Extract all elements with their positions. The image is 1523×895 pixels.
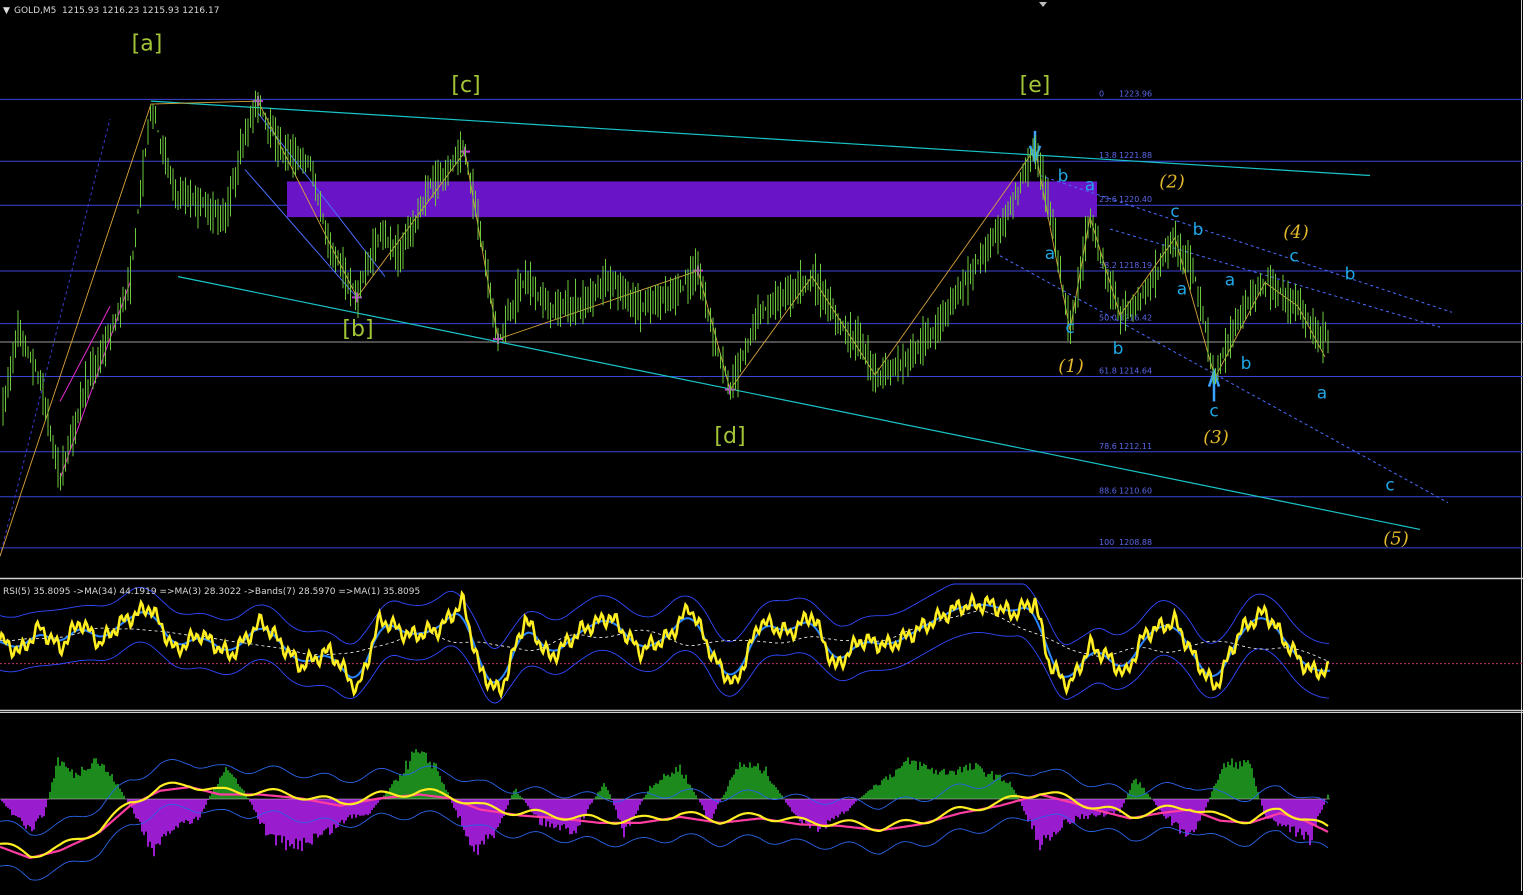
rsi-legend: RSI(5) 35.8095 ->MA(34) 44.1919 =>MA(3) … <box>3 587 420 597</box>
wave-label: a <box>1225 271 1235 291</box>
fib-price: 1210.60 <box>1119 487 1152 496</box>
wave-label: [a] <box>132 32 163 57</box>
wave-label: a <box>1177 279 1187 299</box>
wave-label: (2) <box>1159 171 1185 192</box>
wave-label: b <box>1058 166 1069 186</box>
wave-label: a <box>1085 175 1095 195</box>
wave-label: b <box>1113 339 1124 359</box>
fib-ratio: 61.8 <box>1099 367 1117 376</box>
wave-label: [d] <box>714 424 745 449</box>
fib-price: 1218.19 <box>1119 261 1152 270</box>
price-panel[interactable] <box>0 0 1523 577</box>
fib-price: 1221.88 <box>1119 151 1152 160</box>
fib-ratio: 0 <box>1099 89 1104 98</box>
ohlc-values: 1215.93 1216.23 1215.93 1216.17 <box>62 6 219 16</box>
fib-price: 1208.88 <box>1119 538 1152 547</box>
fib-price: 1212.11 <box>1119 442 1152 451</box>
fib-price: 1214.64 <box>1119 367 1152 376</box>
chart-canvas[interactable]: 0 1223.9613.8 1221.8823.6 1220.4038.2 1218.1… <box>0 0 1523 891</box>
wave-label: b <box>1193 220 1204 240</box>
wave-label: c <box>1065 318 1074 338</box>
fib-ratio: 88.6 <box>1099 487 1117 496</box>
menu-arrow-icon[interactable]: ▼ <box>3 6 10 16</box>
wave-label: a <box>1317 384 1327 404</box>
wave-label: c <box>1170 202 1179 222</box>
fib-price: 1220.40 <box>1119 195 1152 204</box>
wave-label: (3) <box>1203 427 1229 448</box>
wave-label: (1) <box>1058 356 1084 377</box>
fib-ratio: 78.6 <box>1099 442 1117 451</box>
fib-ratio: 50.0 <box>1099 314 1117 323</box>
wave-label: b <box>1345 265 1356 285</box>
wave-label: c <box>1289 247 1298 267</box>
wave-label: b <box>1241 354 1252 374</box>
wave-label: [b] <box>342 317 373 342</box>
wave-label: c <box>1385 476 1394 496</box>
wave-label: [c] <box>451 73 480 98</box>
fib-ratio: 100 <box>1099 538 1114 547</box>
fib-price: 1223.96 <box>1119 89 1152 98</box>
wave-label: (5) <box>1383 528 1409 549</box>
wave-label: [e] <box>1020 73 1051 98</box>
resistance-zone <box>287 181 1097 218</box>
wave-label: a <box>1045 244 1055 264</box>
fib-ratio: 38.2 <box>1099 261 1117 270</box>
wave-label: (4) <box>1283 222 1309 243</box>
symbol-timeframe: GOLD,M5 <box>14 6 56 16</box>
chart-window[interactable]: 0 1223.96 13.8 1221.88 23.6 1220.40 38.2 1218.1… <box>0 0 1523 891</box>
wave-label: c <box>1209 401 1218 421</box>
